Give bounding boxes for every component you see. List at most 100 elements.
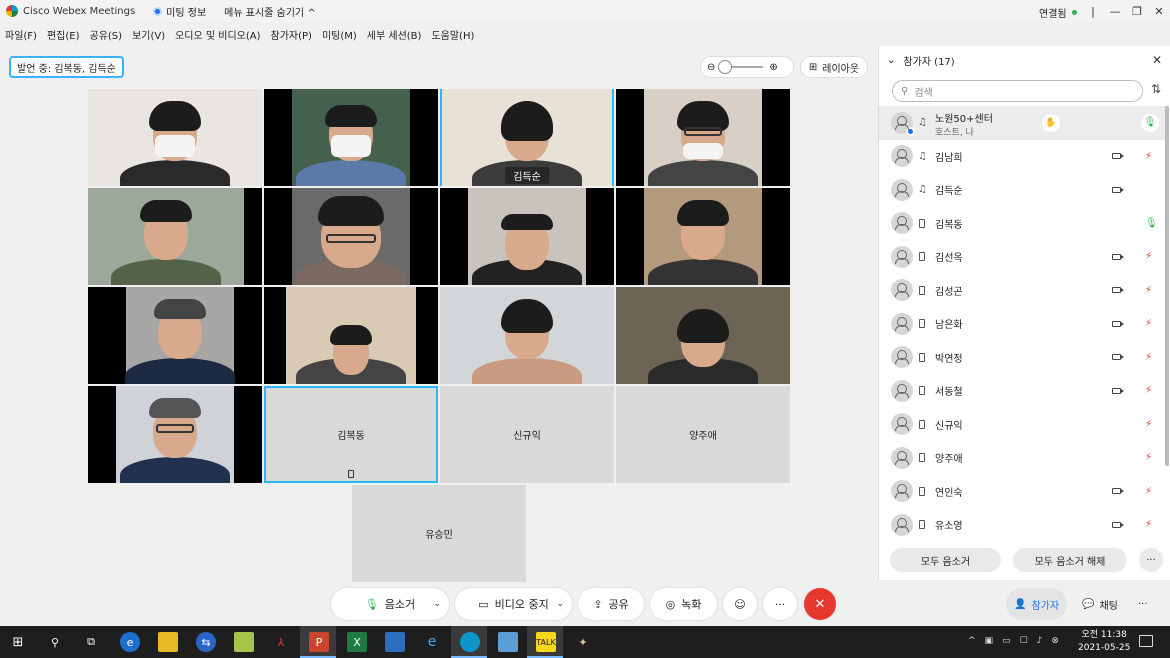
- mic-on-icon[interactable]: 🎙: [1145, 218, 1158, 229]
- edge-icon[interactable]: e: [120, 632, 140, 652]
- unmute-all-button[interactable]: 모두 음소거 해제: [1013, 548, 1127, 572]
- name-tile[interactable]: 양주애: [616, 386, 790, 483]
- network-icon[interactable]: ☐: [1020, 636, 1028, 646]
- more-options-icon[interactable]: ···: [1139, 548, 1163, 572]
- video-tile[interactable]: [264, 287, 438, 384]
- mic-muted-icon[interactable]: ⚡: [1145, 352, 1152, 363]
- menu-audio-video[interactable]: 오디오 및 비디오(A): [175, 27, 260, 42]
- participant-row[interactable]: 연인숙 ⚡: [879, 475, 1165, 509]
- menu-share[interactable]: 공유(S): [90, 27, 123, 42]
- file-explorer-icon[interactable]: [158, 632, 178, 652]
- menu-breakout[interactable]: 세부 세션(B): [367, 27, 422, 42]
- chevron-down-icon[interactable]: ⌄: [433, 599, 441, 609]
- clock[interactable]: 오전 11:38 2021-05-25: [1078, 629, 1130, 655]
- minimize-icon[interactable]: —: [1104, 0, 1126, 22]
- windows-start-icon[interactable]: ⊞: [8, 632, 28, 652]
- notification-icon[interactable]: [1139, 635, 1153, 647]
- volume-icon[interactable]: ♪: [1037, 636, 1043, 646]
- search-icon[interactable]: ⚲: [45, 632, 65, 652]
- video-tile[interactable]: [88, 188, 262, 285]
- excel-icon[interactable]: X: [347, 632, 367, 652]
- mute-all-button[interactable]: 모두 음소거: [890, 548, 1001, 572]
- participant-row[interactable]: 양주애 ⚡: [879, 441, 1165, 475]
- menu-edit[interactable]: 편집(E): [47, 27, 80, 42]
- end-meeting-button[interactable]: ✕: [804, 588, 836, 620]
- participant-row[interactable]: 김성곤 ⚡: [879, 274, 1165, 308]
- sort-icon[interactable]: ⇅: [1151, 82, 1161, 96]
- zoom-slider-knob[interactable]: [718, 60, 733, 74]
- mic-muted-icon[interactable]: ⚡: [1145, 486, 1152, 497]
- participant-row[interactable]: ♫ 노원50+센터 호스트, 나 ✋ 🎙: [879, 106, 1165, 140]
- more-options-button[interactable]: ···: [763, 588, 797, 620]
- reactions-button[interactable]: ☺: [723, 588, 757, 620]
- mic-muted-icon[interactable]: ⚡: [1145, 318, 1152, 329]
- close-icon[interactable]: ✕: [1152, 53, 1162, 67]
- kakaotalk-icon[interactable]: TALK: [536, 632, 556, 652]
- video-tile[interactable]: [264, 89, 438, 186]
- participants-toggle-button[interactable]: 👤 참가자: [1006, 588, 1068, 620]
- document-app-icon[interactable]: [385, 632, 405, 652]
- battery-icon[interactable]: ▭: [1002, 636, 1011, 646]
- participants-panel-header[interactable]: ⌄ 참가자 (17): [879, 46, 1170, 74]
- hide-menu-bar-button[interactable]: 메뉴 표시줄 숨기기 ^: [224, 4, 316, 19]
- video-tile[interactable]: [88, 287, 262, 384]
- app-icon[interactable]: [498, 632, 518, 652]
- participant-row[interactable]: 서동철 ⚡: [879, 374, 1165, 408]
- name-tile[interactable]: 유승민: [352, 485, 526, 582]
- chevron-up-icon[interactable]: ^: [968, 636, 976, 646]
- acrobat-icon[interactable]: ⅄: [271, 632, 291, 652]
- tray-app-icon[interactable]: ▣: [985, 636, 994, 646]
- participant-row[interactable]: ♫ 김득순: [879, 173, 1165, 207]
- menu-file[interactable]: 파일(F): [5, 27, 37, 42]
- panel-more-button[interactable]: ···: [1130, 588, 1156, 620]
- layout-button[interactable]: ⊞ 레이아웃: [800, 56, 868, 78]
- mic-muted-icon[interactable]: ⚡: [1145, 285, 1152, 296]
- video-tile[interactable]: [616, 89, 790, 186]
- zoom-out-icon[interactable]: ⊖: [707, 62, 715, 73]
- menu-participant[interactable]: 참가자(P): [271, 27, 312, 42]
- mic-muted-icon[interactable]: ⚡: [1145, 151, 1152, 162]
- participant-row[interactable]: 신규익 ⚡: [879, 408, 1165, 442]
- video-tile[interactable]: [616, 287, 790, 384]
- chevron-down-icon[interactable]: ⌄: [887, 55, 895, 66]
- app-icon[interactable]: ✦: [573, 632, 593, 652]
- restore-icon[interactable]: ❐: [1126, 0, 1148, 22]
- powerpoint-icon[interactable]: P: [309, 632, 329, 652]
- mic-muted-icon[interactable]: ⚡: [1145, 419, 1152, 430]
- record-button[interactable]: ◎ 녹화: [650, 588, 717, 620]
- video-tile[interactable]: [616, 188, 790, 285]
- app-icon[interactable]: [234, 632, 254, 652]
- video-tile[interactable]: [440, 188, 614, 285]
- stop-video-button[interactable]: ▭ 비디오 중지 ⌄: [455, 588, 572, 620]
- video-tile[interactable]: [264, 188, 438, 285]
- zoom-slider[interactable]: [718, 60, 764, 74]
- teamviewer-icon[interactable]: ⇆: [196, 632, 216, 652]
- zoom-in-icon[interactable]: ⊕: [769, 62, 777, 73]
- name-tile[interactable]: 신규익: [440, 386, 614, 483]
- participant-row[interactable]: 박연정 ⚡: [879, 341, 1165, 375]
- participant-row[interactable]: 남은화 ⚡: [879, 307, 1165, 341]
- name-tile[interactable]: 김복동: [264, 386, 438, 483]
- meeting-info-button[interactable]: 미팅 정보: [153, 4, 206, 19]
- video-tile[interactable]: [88, 89, 262, 186]
- menu-help[interactable]: 도움말(H): [431, 27, 474, 42]
- video-tile[interactable]: [440, 287, 614, 384]
- task-view-icon[interactable]: ⧉: [81, 632, 101, 652]
- participant-search-input[interactable]: ⚲ 검색: [892, 80, 1143, 102]
- zoom-control[interactable]: ⊖ ⊕: [700, 56, 794, 78]
- share-button[interactable]: ⇪ 공유: [578, 588, 644, 620]
- participant-row[interactable]: 김복동 🎙: [879, 207, 1165, 241]
- chevron-down-icon[interactable]: ⌄: [556, 599, 564, 609]
- webex-icon[interactable]: [460, 632, 480, 652]
- mic-muted-icon[interactable]: ⚡: [1145, 452, 1152, 463]
- participant-row[interactable]: 유소영 ⚡: [879, 508, 1165, 542]
- internet-explorer-icon[interactable]: e: [422, 632, 442, 652]
- mic-muted-icon[interactable]: ⚡: [1145, 385, 1152, 396]
- participant-row[interactable]: 김선옥 ⚡: [879, 240, 1165, 274]
- video-tile[interactable]: [88, 386, 262, 483]
- mute-button[interactable]: 🎙 음소거 ⌄: [331, 588, 449, 620]
- participant-list-scrollbar[interactable]: [1165, 106, 1169, 466]
- menu-meeting[interactable]: 미팅(M): [322, 27, 357, 42]
- mic-muted-icon[interactable]: ⚡: [1145, 519, 1152, 530]
- mic-muted-icon[interactable]: ⚡: [1145, 251, 1152, 262]
